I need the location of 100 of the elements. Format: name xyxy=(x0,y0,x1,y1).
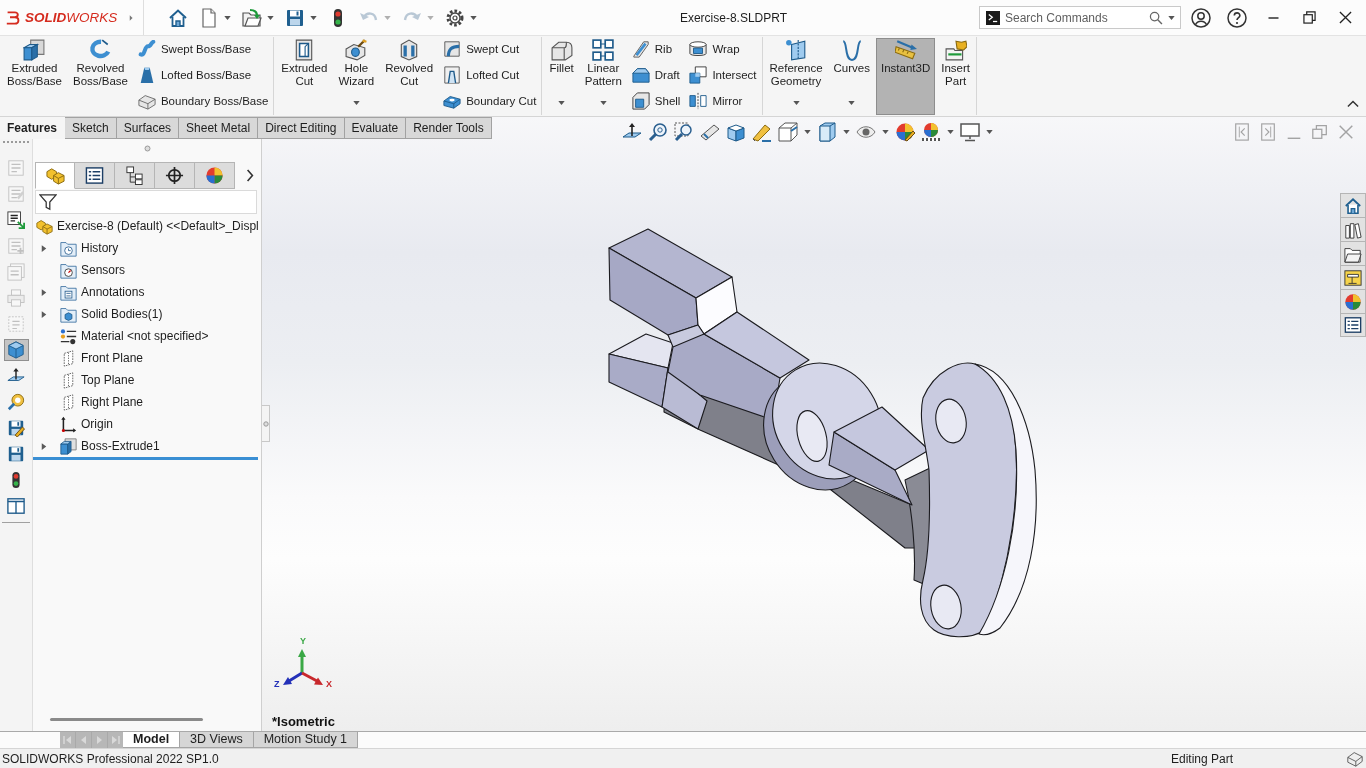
terminal-icon[interactable] xyxy=(986,10,1000,25)
caret-icon[interactable] xyxy=(986,130,993,134)
caret-icon[interactable] xyxy=(470,15,477,20)
note-stack-icon xyxy=(7,263,25,281)
caret-icon[interactable] xyxy=(267,15,274,20)
tree-item[interactable]: Origin xyxy=(33,413,261,435)
search-bar[interactable]: Search Commands xyxy=(979,6,1181,29)
caret-icon[interactable] xyxy=(224,15,231,20)
filter-icon[interactable] xyxy=(39,193,57,211)
ribbon-button[interactable]: Instant3D xyxy=(876,38,936,115)
monitor-icon[interactable] xyxy=(960,122,980,142)
ribbon-button[interactable]: Revolved Cut xyxy=(380,38,439,115)
command-tab[interactable]: Surfaces xyxy=(116,117,180,139)
ribbon-button[interactable]: Intersect xyxy=(685,62,761,88)
zoom-icon[interactable] xyxy=(648,122,668,142)
ribbon-button[interactable]: Hole Wizard xyxy=(333,38,380,115)
pencil-icon[interactable] xyxy=(752,122,772,142)
wire-box-icon[interactable] xyxy=(778,122,798,142)
ribbon-button[interactable]: Boundary Boss/Base xyxy=(133,88,273,114)
drilled-block-icon xyxy=(345,39,368,61)
command-tab[interactable]: Sketch xyxy=(65,117,117,139)
ribbon-button[interactable]: Swept Cut xyxy=(439,36,541,62)
search-icon[interactable] xyxy=(1149,10,1163,25)
expand-arrow-icon[interactable] xyxy=(41,243,47,253)
caret-icon[interactable] xyxy=(848,101,856,105)
part-status-icon[interactable] xyxy=(1347,750,1363,767)
eraser-icon[interactable] xyxy=(700,122,720,142)
magnifier-tape-icon xyxy=(7,393,25,411)
model-tab[interactable]: Motion Study 1 xyxy=(253,732,359,748)
note-arrow-icon xyxy=(7,211,25,229)
ribbon-button[interactable]: Shell xyxy=(627,88,685,114)
splitter-handle[interactable] xyxy=(262,405,270,442)
task-pane-tab[interactable] xyxy=(1340,313,1366,337)
color-ball-pencil-icon[interactable] xyxy=(895,122,915,142)
ribbon-button[interactable]: Linear Pattern xyxy=(579,38,627,115)
filter-field[interactable] xyxy=(35,190,257,214)
caret-icon[interactable] xyxy=(804,130,811,134)
ribbon-button[interactable]: Extruded Boss/Base xyxy=(2,38,67,115)
caret-icon[interactable] xyxy=(310,15,317,20)
ribbon-button[interactable]: Lofted Boss/Base xyxy=(133,62,273,88)
ribbon-button[interactable]: Boundary Cut xyxy=(439,88,541,114)
panel-tab[interactable] xyxy=(115,162,155,189)
model-tab[interactable]: Model xyxy=(123,732,181,748)
ribbon-button[interactable]: Insert Part xyxy=(936,38,975,115)
chevron-up-icon[interactable] xyxy=(1347,100,1359,108)
expand-arrow-icon[interactable] xyxy=(41,441,47,451)
ribbon-button[interactable]: Rib xyxy=(627,36,685,62)
caret-icon[interactable] xyxy=(1168,15,1175,20)
ribbon-button[interactable]: Reference Geometry xyxy=(764,38,828,115)
ribbon-button[interactable]: Extruded Cut xyxy=(276,38,333,115)
ribbon-button[interactable]: Wrap xyxy=(685,36,761,62)
tree-item[interactable]: Material <not specified> xyxy=(33,325,261,347)
caret-icon[interactable] xyxy=(947,130,954,134)
swept-tube-icon xyxy=(137,40,156,58)
task-pane-tab[interactable] xyxy=(1340,241,1366,265)
expand-arrow-icon[interactable] xyxy=(41,287,47,297)
tree-item[interactable]: Exercise-8 (Default) <<Default>_Displ xyxy=(33,215,261,237)
tree-item[interactable]: Boss-Extrude1 xyxy=(33,435,261,457)
ribbon-button[interactable]: Swept Boss/Base xyxy=(133,36,273,62)
task-pane-tab[interactable] xyxy=(1340,217,1366,241)
ribbon-button[interactable]: Curves xyxy=(828,38,875,115)
ruler-arrow-icon xyxy=(894,39,917,61)
scrollbar-thumb[interactable] xyxy=(50,718,203,721)
expand-arrow-icon[interactable] xyxy=(41,309,47,319)
color-ball-scene-icon[interactable] xyxy=(921,122,941,142)
tree-item[interactable]: History xyxy=(33,237,261,259)
model-tab[interactable]: 3D Views xyxy=(180,732,254,748)
panel-tab[interactable] xyxy=(75,162,115,189)
ribbon-button[interactable]: Mirror xyxy=(685,88,761,114)
tree-item[interactable]: Sensors xyxy=(33,259,261,281)
caret-icon[interactable] xyxy=(352,101,360,105)
caret-icon[interactable] xyxy=(843,130,850,134)
ribbon-button[interactable]: Fillet xyxy=(544,38,579,115)
tree-item[interactable]: Solid Bodies(1) xyxy=(33,303,261,325)
tree-item[interactable]: Top Plane xyxy=(33,369,261,391)
shaded-box-icon[interactable] xyxy=(817,122,837,142)
color-ball-icon xyxy=(205,166,224,185)
caret-icon[interactable] xyxy=(599,101,607,105)
cube-icon[interactable] xyxy=(726,122,746,142)
hollow-box-icon xyxy=(631,92,650,110)
grip-dot-icon[interactable] xyxy=(143,145,151,152)
command-tab[interactable]: Direct Editing xyxy=(258,117,345,139)
task-pane-tab[interactable] xyxy=(1340,265,1366,289)
command-tab[interactable]: Render Tools xyxy=(406,117,492,139)
toolbar-button[interactable] xyxy=(3,339,29,361)
ribbon-button[interactable]: Revolved Boss/Base xyxy=(67,38,133,115)
caret-icon[interactable] xyxy=(558,101,566,105)
panel-tab[interactable] xyxy=(155,162,195,189)
ribbon-button[interactable]: Lofted Cut xyxy=(439,62,541,88)
tree-item[interactable]: Right Plane xyxy=(33,391,261,413)
ribbon-button[interactable]: Draft xyxy=(627,62,685,88)
caret-icon[interactable] xyxy=(792,101,800,105)
command-tab[interactable]: Evaluate xyxy=(344,117,407,139)
zoom-box-icon[interactable] xyxy=(674,122,694,142)
task-pane-tab[interactable] xyxy=(1340,193,1366,217)
search-input[interactable]: Search Commands xyxy=(1005,8,1144,27)
caret-icon[interactable] xyxy=(882,130,889,134)
tree-item[interactable]: Front Plane xyxy=(33,347,261,369)
command-tab[interactable]: Sheet Metal xyxy=(179,117,259,139)
tree-item[interactable]: Annotations xyxy=(33,281,261,303)
